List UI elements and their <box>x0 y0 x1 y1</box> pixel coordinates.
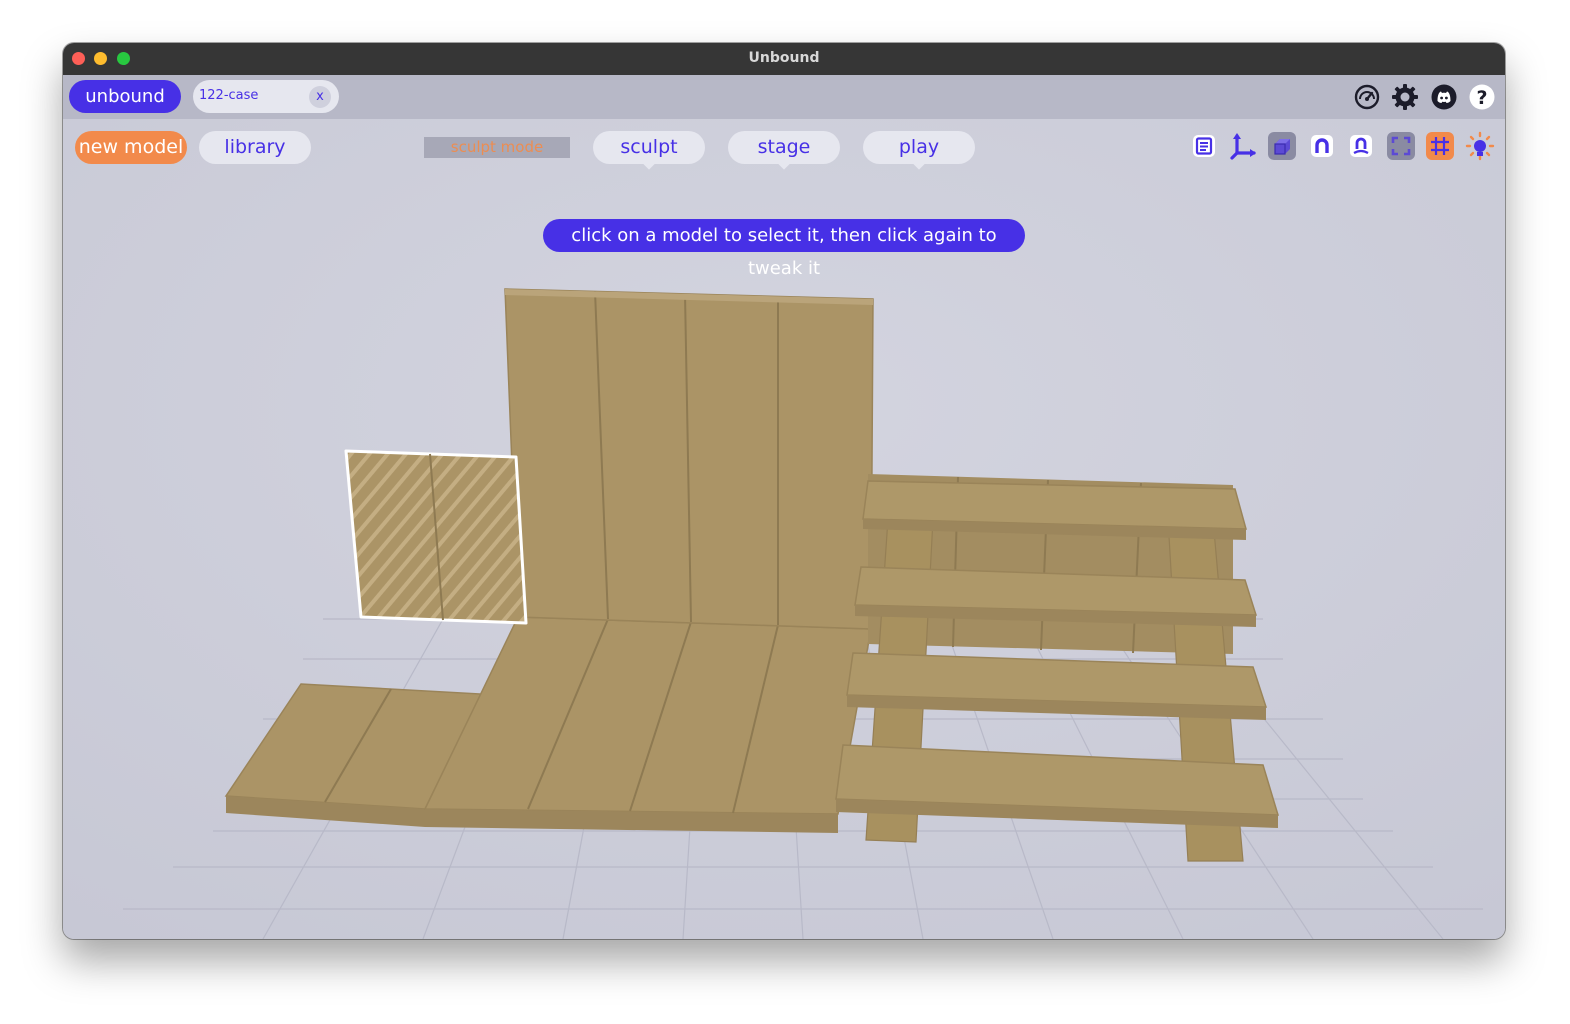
document-tab[interactable]: 122-case x <box>193 80 339 113</box>
mode-indicator: sculpt mode <box>424 137 570 158</box>
unbound-home-button[interactable]: unbound <box>69 80 181 113</box>
document-tab-label: 122-case <box>199 88 259 103</box>
axes-icon[interactable] <box>1228 131 1258 161</box>
title-bar: Unbound <box>63 43 1505 76</box>
light-icon[interactable] <box>1465 131 1495 161</box>
window-title: Unbound <box>748 50 820 66</box>
box-icon[interactable] <box>1267 131 1297 161</box>
help-icon[interactable]: ? <box>1467 82 1497 112</box>
document-tab-close-button[interactable]: x <box>309 86 331 108</box>
new-model-button[interactable]: new model <box>75 131 187 164</box>
app-window: Unbound unbound 122-case x ? new model l… <box>63 43 1505 939</box>
ladder-shelf-model[interactable] <box>835 474 1280 862</box>
library-button[interactable]: library <box>199 131 311 164</box>
list-icon[interactable] <box>1189 131 1219 161</box>
speedometer-icon[interactable] <box>1352 82 1382 112</box>
magnet-icon[interactable] <box>1307 131 1337 161</box>
selected-panel-model[interactable] <box>344 449 528 625</box>
frame-icon[interactable] <box>1386 131 1416 161</box>
snap-icon[interactable] <box>1346 131 1376 161</box>
svg-text:?: ? <box>1476 87 1487 109</box>
hint-banner: click on a model to select it, then clic… <box>543 219 1025 279</box>
back-wall-model[interactable] <box>504 288 874 630</box>
3d-viewport[interactable]: new model library sculpt mode sculpt sta… <box>63 119 1505 939</box>
gear-icon[interactable] <box>1390 82 1420 112</box>
tab-bar: unbound 122-case x ? <box>63 75 1505 119</box>
discord-icon[interactable] <box>1429 82 1459 112</box>
grid-icon[interactable] <box>1425 131 1455 161</box>
